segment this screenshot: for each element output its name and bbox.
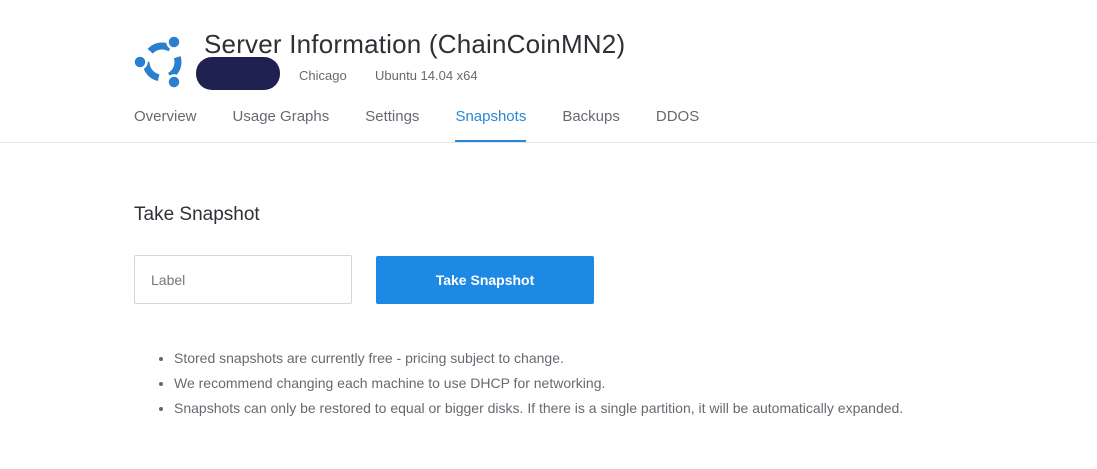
redacted-ip-address xyxy=(196,57,280,90)
server-location: Chicago xyxy=(299,68,347,83)
tab-ddos[interactable]: DDOS xyxy=(656,107,699,140)
tab-overview[interactable]: Overview xyxy=(134,107,197,140)
snapshot-label-input[interactable] xyxy=(134,255,352,304)
server-header: Server Information (ChainCoinMN2) Chicag… xyxy=(0,0,1097,143)
tab-settings[interactable]: Settings xyxy=(365,107,419,140)
list-item: Snapshots can only be restored to equal … xyxy=(174,396,903,421)
tab-snapshots[interactable]: Snapshots xyxy=(455,107,527,142)
server-tabs: Overview Usage Graphs Settings Snapshots… xyxy=(134,107,735,142)
list-item: Stored snapshots are currently free - pr… xyxy=(174,346,903,371)
ubuntu-logo-icon xyxy=(132,34,189,90)
tab-backups[interactable]: Backups xyxy=(562,107,620,140)
list-item: We recommend changing each machine to us… xyxy=(174,371,903,396)
take-snapshot-heading: Take Snapshot xyxy=(134,204,260,225)
snapshot-notes-list: Stored snapshots are currently free - pr… xyxy=(154,346,903,421)
tab-usage-graphs[interactable]: Usage Graphs xyxy=(233,107,330,140)
take-snapshot-button[interactable]: Take Snapshot xyxy=(376,256,594,304)
page-title: Server Information (ChainCoinMN2) xyxy=(204,29,626,59)
server-os: Ubuntu 14.04 x64 xyxy=(375,68,478,83)
